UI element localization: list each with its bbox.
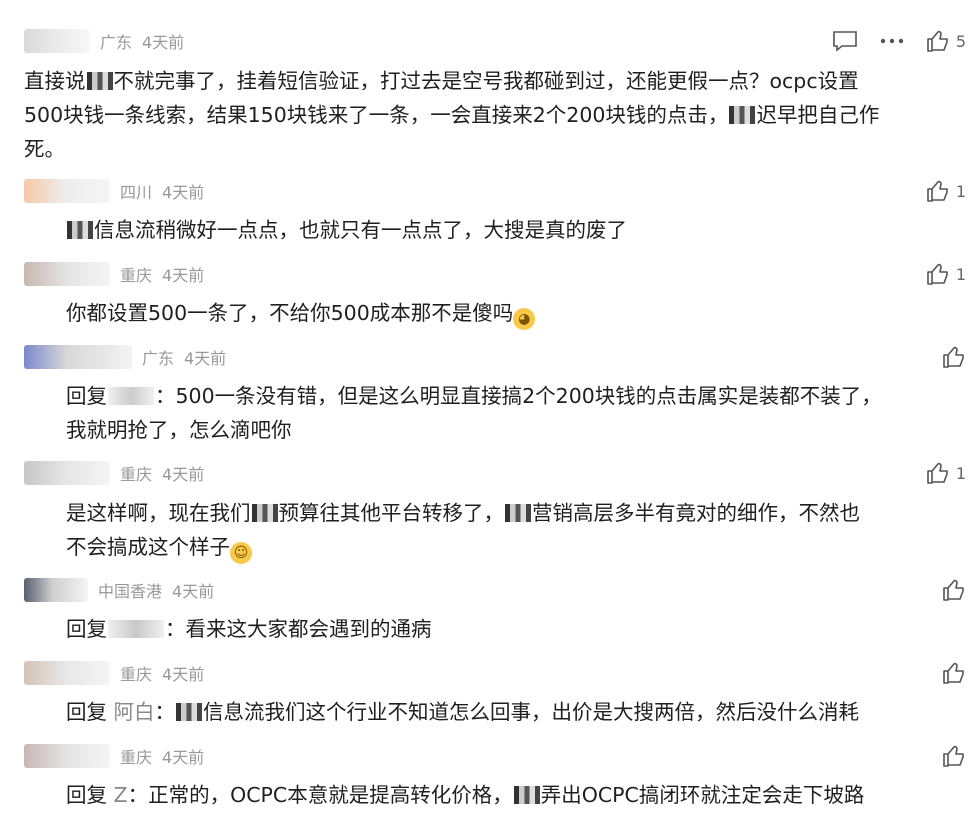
comment-actions: 1 xyxy=(926,458,966,488)
avatar[interactable] xyxy=(24,262,110,286)
redacted-mosaic xyxy=(513,786,540,804)
comment-meta: 广东 4天前 xyxy=(24,29,184,53)
like-count: 1 xyxy=(955,463,966,483)
like-button[interactable] xyxy=(942,745,966,767)
cat-emoji-icon: ◕ xyxy=(513,308,536,330)
comment-text: 你都设置500一条了，不给你500成本那不是傻吗 ◕ xyxy=(66,296,536,330)
comment-text: 直接说 不就完事了，挂着短信验证，打过去是空号我都碰到过，还能更假一点？ocpc设… xyxy=(24,69,880,161)
timestamp: 4天前 xyxy=(172,582,215,601)
smiling-emoji-icon: ☺ xyxy=(230,542,252,564)
avatar[interactable] xyxy=(24,578,88,602)
like-count: 5 xyxy=(955,31,966,51)
comment-actions: 5 xyxy=(832,26,966,56)
reply-target-name[interactable]: Z xyxy=(114,783,128,807)
avatar[interactable] xyxy=(24,29,90,53)
redacted-name xyxy=(108,387,154,405)
comment-meta: 重庆 4天前 xyxy=(24,661,204,685)
like-button[interactable]: 1 xyxy=(926,462,966,484)
thumbs-up-icon xyxy=(943,662,964,684)
comment-actions xyxy=(942,342,966,372)
comment-actions xyxy=(942,575,966,605)
comment-actions: 1 xyxy=(926,176,966,206)
like-button[interactable] xyxy=(942,346,966,368)
thumbs-up-icon xyxy=(943,745,964,767)
region-label: 广东 xyxy=(100,33,133,52)
redacted-mosaic xyxy=(251,504,278,522)
region-label: 重庆 xyxy=(120,748,153,767)
timestamp: 4天前 xyxy=(162,183,205,202)
redacted-mosaic xyxy=(729,106,756,124)
comment-meta: 广东 4天前 xyxy=(24,345,226,369)
comment-meta: 重庆 4天前 xyxy=(24,461,204,485)
reply-icon[interactable] xyxy=(832,30,858,52)
like-count: 1 xyxy=(955,264,966,284)
redacted-mosaic xyxy=(176,703,203,721)
redacted-mosaic xyxy=(505,504,531,522)
region-label: 重庆 xyxy=(120,465,153,484)
like-count: 1 xyxy=(955,181,966,201)
thumbs-up-icon xyxy=(927,263,948,285)
timestamp: 4天前 xyxy=(162,748,205,767)
like-button[interactable]: 1 xyxy=(926,263,966,285)
like-button[interactable] xyxy=(942,579,966,601)
comment-actions xyxy=(942,658,966,688)
comment-meta: 中国香港 4天前 xyxy=(24,578,214,602)
comment-text: 回复 阿白： 信息流我们这个行业不知道怎么回事，出价是大搜两倍，然后没什么消耗 xyxy=(66,700,860,724)
comment-meta: 重庆 4天前 xyxy=(24,262,204,286)
timestamp: 4天前 xyxy=(162,266,205,285)
comment-text: 回复 ：500一条没有错，但是这么明显直接搞2个200块钱的点击属实是装都不装了，… xyxy=(66,384,882,442)
timestamp: 4天前 xyxy=(162,465,205,484)
like-button[interactable]: 5 xyxy=(926,30,966,52)
timestamp: 4天前 xyxy=(184,349,227,368)
region-label: 重庆 xyxy=(120,266,153,285)
redacted-mosaic xyxy=(67,221,93,239)
region-label: 重庆 xyxy=(120,665,153,684)
like-button[interactable] xyxy=(942,662,966,684)
comment-actions: 1 xyxy=(926,259,966,289)
timestamp: 4天前 xyxy=(162,665,205,684)
comment-text: 回复 Z：正常的，OCPC本意就是提高转化价格， 弄出OCPC搞闭环就注定会走下坡… xyxy=(66,783,865,807)
thumbs-up-icon xyxy=(943,346,964,368)
comment-meta: 四川 4天前 xyxy=(24,179,204,203)
reply-target-name[interactable]: 阿白 xyxy=(114,700,155,724)
avatar[interactable] xyxy=(24,661,110,685)
region-label: 中国香港 xyxy=(98,582,163,601)
region-label: 四川 xyxy=(120,183,153,202)
thumbs-up-icon xyxy=(943,579,964,601)
more-options-icon[interactable] xyxy=(880,38,904,44)
avatar[interactable] xyxy=(24,345,132,369)
redacted-name xyxy=(108,620,164,638)
redacted-mosaic xyxy=(86,72,113,90)
comment-text: 回复 ：看来这大家都会遇到的通病 xyxy=(66,617,432,641)
timestamp: 4天前 xyxy=(142,33,185,52)
comment-text: 是这样啊，现在我们 预算往其他平台转移了， 营销高层多半有竟对的细作，不然也 不会搞… xyxy=(66,496,860,564)
thumbs-up-icon xyxy=(927,30,948,52)
thumbs-up-icon xyxy=(927,180,948,202)
region-label: 广东 xyxy=(142,349,175,368)
avatar[interactable] xyxy=(24,461,110,485)
comment-meta: 重庆 4天前 xyxy=(24,744,204,768)
comment-actions xyxy=(942,741,966,771)
like-button[interactable]: 1 xyxy=(926,180,966,202)
avatar[interactable] xyxy=(24,744,110,768)
thumbs-up-icon xyxy=(927,462,948,484)
comment-text: 信息流稍微好一点点，也就只有一点点了，大搜是真的废了 xyxy=(66,213,627,247)
avatar[interactable] xyxy=(24,179,110,203)
